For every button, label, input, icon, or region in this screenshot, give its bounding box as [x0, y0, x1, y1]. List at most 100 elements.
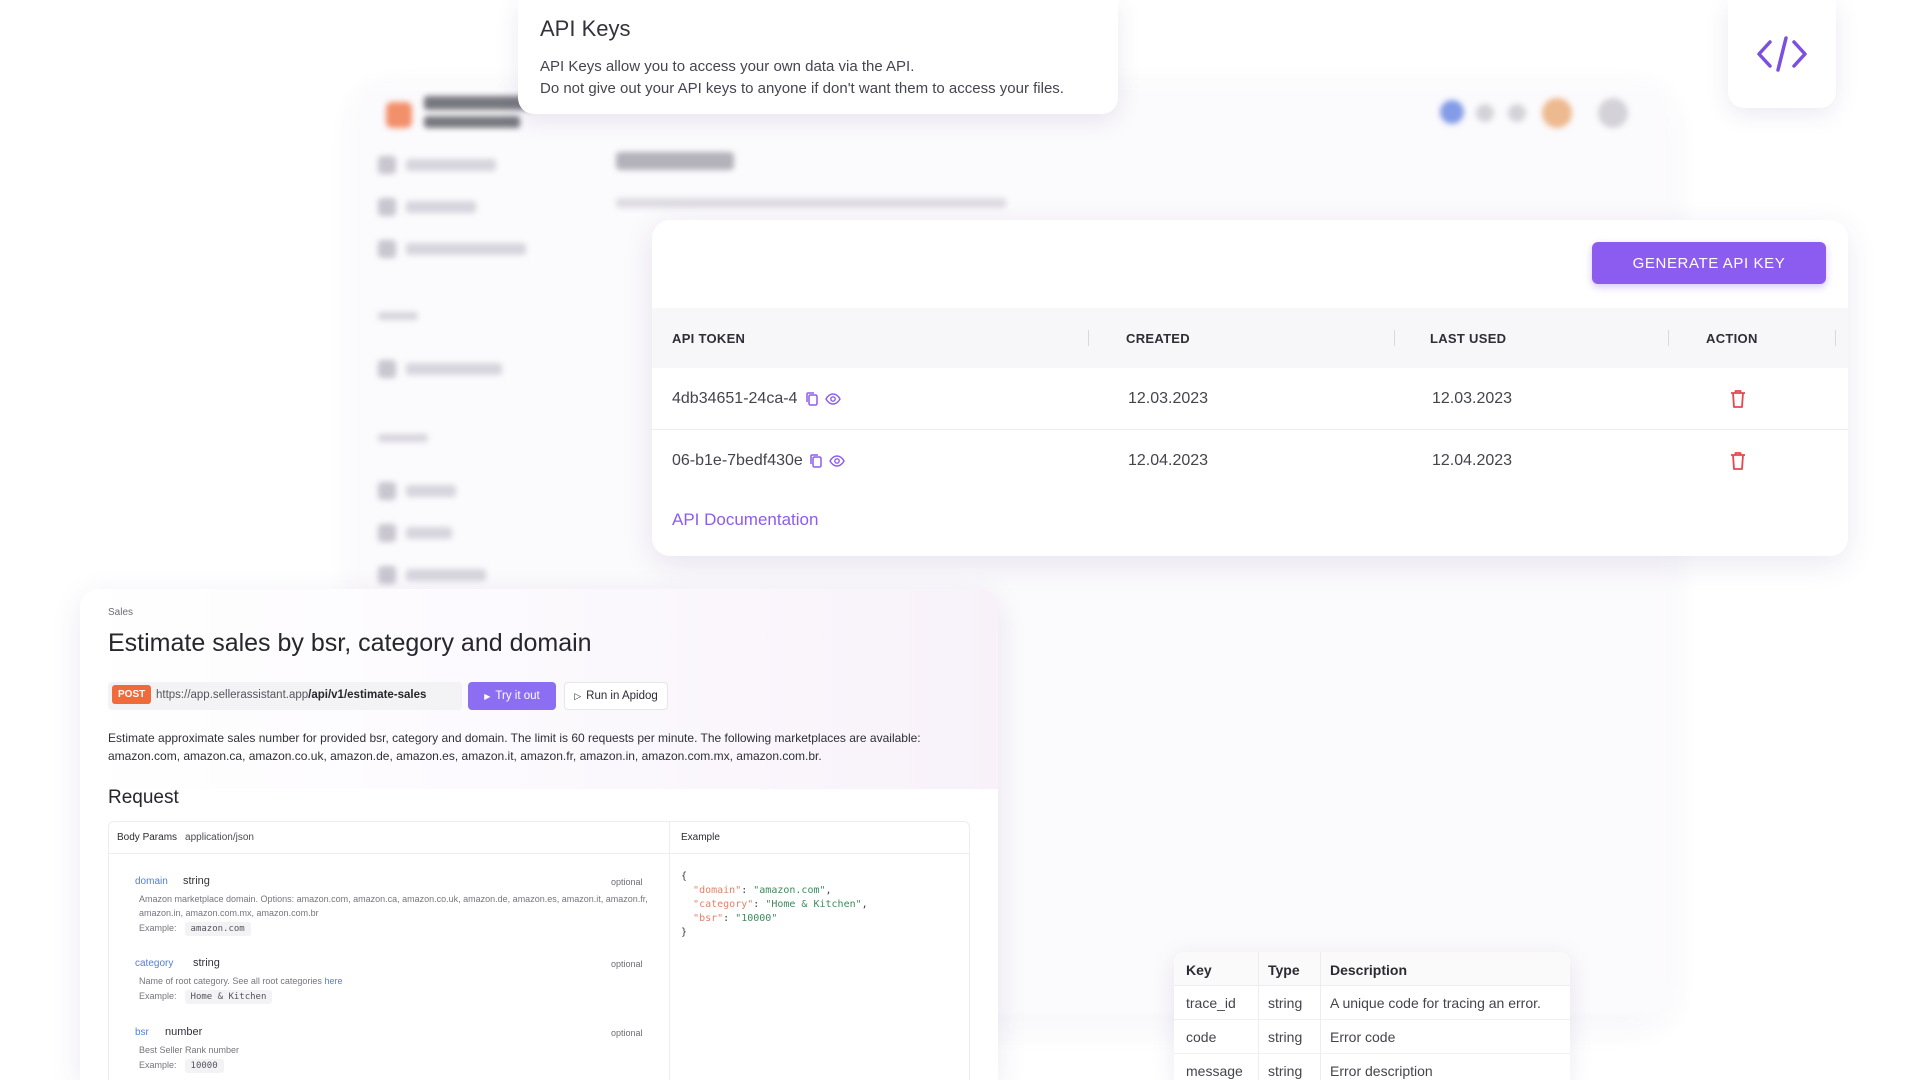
params-header: Body Params application/json Example — [109, 822, 969, 854]
sidebar-item-blur — [406, 569, 486, 581]
column-divider — [1088, 330, 1089, 346]
info-title: API Keys — [540, 16, 631, 41]
flag-icon — [1440, 100, 1464, 124]
token-cell: 06-b1e-7bedf430e — [672, 430, 845, 492]
api-keys-table-card: GENERATE API KEY API TOKEN CREATED LAST … — [652, 220, 1848, 556]
run-in-apidog-button[interactable]: ▷ Run in Apidog — [564, 682, 668, 710]
created-cell: 12.03.2023 — [1128, 390, 1209, 407]
param-optional: optional — [611, 959, 643, 969]
doc-section-label: Sales — [108, 607, 134, 618]
content-type: application/json — [185, 832, 254, 843]
app-brand-blur-2 — [424, 116, 520, 128]
column-header-last-used: LAST USED — [1430, 330, 1507, 346]
param-type: string — [183, 875, 210, 887]
sidebar-heading-blur — [378, 434, 428, 442]
method-badge: POST — [112, 685, 152, 704]
copy-icon[interactable] — [805, 391, 819, 407]
delete-icon[interactable] — [1730, 430, 1746, 492]
url-path: /api/v1/estimate-sales — [308, 689, 427, 701]
column-header-description: Description — [1330, 962, 1408, 978]
table-header: API TOKEN CREATED LAST USED ACTION — [652, 308, 1848, 368]
sidebar-item-blur — [406, 201, 476, 213]
column-header-created: CREATED — [1126, 330, 1190, 346]
column-header-action: ACTION — [1706, 330, 1758, 346]
error-description: Error code — [1330, 1029, 1396, 1045]
param-description: Name of root category. See all root cate… — [139, 976, 343, 986]
bell-icon — [1508, 104, 1526, 122]
error-key: trace_id — [1186, 995, 1236, 1011]
api-token-value: 4db34651-24ca-4 — [672, 390, 798, 407]
try-label: Try it out — [495, 690, 540, 702]
param-name: domain — [135, 876, 168, 887]
last-used-cell: 12.03.2023 — [1432, 390, 1513, 407]
url-base: https://app.sellerassistant.app — [156, 689, 309, 701]
sidebar-item-blur — [406, 243, 526, 255]
column-divider — [1835, 330, 1836, 346]
param-example: Example: amazon.com — [139, 922, 251, 936]
param-name: category — [135, 958, 174, 969]
sidebar-icon — [378, 198, 396, 216]
sidebar-icon — [378, 482, 396, 500]
param-description: Amazon marketplace domain. Options: amaz… — [139, 894, 648, 918]
sidebar-icon — [378, 524, 396, 542]
table-row: message string Error description — [1174, 1054, 1570, 1080]
sidebar-icon — [378, 566, 396, 584]
column-header-key: Key — [1186, 962, 1212, 978]
avatar — [1542, 98, 1572, 128]
api-documentation-link[interactable]: API Documentation — [672, 510, 818, 530]
sidebar-item-blur — [406, 159, 496, 171]
param-type: string — [193, 957, 220, 969]
root-categories-link[interactable]: here — [324, 976, 342, 986]
doc-description: Estimate approximate sales number for pr… — [108, 731, 921, 763]
eye-icon[interactable] — [828, 455, 845, 467]
api-token-value: 06-b1e-7bedf430e — [672, 452, 803, 469]
api-keys-info-card: API Keys API Keys allow you to access yo… — [518, 0, 1118, 114]
table-row: 4db34651-24ca-4 12.03.2023 12.03.2023 — [652, 368, 1848, 430]
error-table-header: Key Type Description — [1174, 952, 1570, 986]
sidebar-heading-blur — [378, 312, 418, 320]
copy-icon[interactable] — [809, 453, 823, 469]
sidebar-icon — [378, 360, 396, 378]
page-subtitle-blur — [616, 198, 1006, 208]
eye-icon[interactable] — [825, 393, 842, 405]
param-optional: optional — [611, 1028, 643, 1038]
error-type: string — [1268, 1063, 1303, 1079]
token-cell: 4db34651-24ca-4 — [672, 368, 842, 430]
column-header-type: Type — [1268, 962, 1300, 978]
sidebar-item-blur — [406, 527, 452, 539]
search-icon — [1476, 104, 1494, 122]
info-line-2: Do not give out your API keys to anyone … — [540, 80, 1064, 97]
params-divider — [669, 822, 670, 1080]
example-code: { "domain": "amazon.com", "category": "H… — [681, 871, 868, 938]
table-row: trace_id string A unique code for tracin… — [1174, 986, 1570, 1020]
sidebar-icon — [378, 156, 396, 174]
error-description: Error description — [1330, 1063, 1433, 1079]
try-it-out-button[interactable]: ▶ Try it out — [468, 682, 556, 710]
doc-title: Estimate sales by bsr, category and doma… — [108, 629, 592, 657]
play-icon: ▶ — [484, 691, 491, 701]
param-description: Best Seller Rank number — [139, 1045, 240, 1055]
param-example: Example: 10000 — [139, 1059, 224, 1073]
endpoint-url[interactable]: https://app.sellerassistant.app/api/v1/e… — [156, 689, 426, 701]
endpoint-doc-card: Sales Estimate sales by bsr, category an… — [80, 589, 998, 1080]
apidog-label: Run in Apidog — [586, 690, 658, 702]
info-line-1: API Keys allow you to access your own da… — [540, 58, 915, 75]
example-label: Example — [681, 832, 720, 843]
delete-icon[interactable] — [1730, 368, 1746, 430]
generate-api-key-button[interactable]: GENERATE API KEY — [1592, 242, 1826, 284]
error-key: message — [1186, 1063, 1243, 1079]
sidebar-icon — [378, 240, 396, 258]
column-divider — [1668, 330, 1669, 346]
code-icon-card — [1728, 0, 1836, 108]
column-header-api-token: API TOKEN — [672, 330, 746, 346]
created-cell: 12.04.2023 — [1128, 452, 1209, 469]
play-outline-icon: ▷ — [574, 690, 582, 701]
error-fields-table: Key Type Description trace_id string A u… — [1174, 952, 1570, 1080]
sidebar-item-blur — [406, 363, 502, 375]
error-description: A unique code for tracing an error. — [1330, 995, 1541, 1011]
last-used-cell: 12.04.2023 — [1432, 452, 1513, 469]
table-row: code string Error code — [1174, 1020, 1570, 1054]
request-heading: Request — [108, 787, 179, 808]
error-key: code — [1186, 1029, 1217, 1045]
body-params-label: Body Params application/json — [117, 832, 254, 843]
